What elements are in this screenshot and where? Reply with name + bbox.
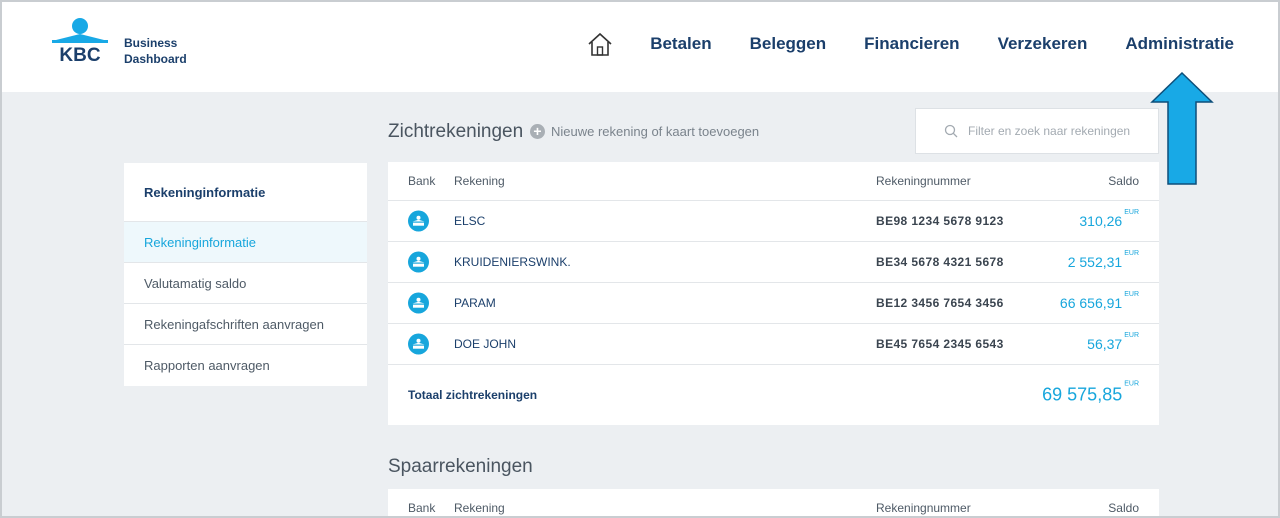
account-name[interactable]: KRUIDENIERSWINK. [454, 255, 571, 269]
account-number: BE98 1234 5678 9123 [876, 214, 1004, 228]
account-balance: 56,37EUR [1087, 332, 1139, 352]
sidebar: Rekeninginformatie Rekeninginformatie Va… [124, 163, 367, 386]
brand-line-1: Business [124, 36, 178, 50]
col-account: Rekening [454, 501, 505, 515]
sidebar-item-rekeninginformatie[interactable]: Rekeninginformatie [124, 222, 367, 263]
search-input[interactable] [968, 124, 1153, 138]
nav-betalen[interactable]: Betalen [650, 34, 711, 54]
total-balance: 69 575,85EUR [1042, 380, 1139, 405]
account-number: BE34 5678 4321 5678 [876, 255, 1004, 269]
account-name[interactable]: PARAM [454, 296, 496, 310]
savings-accounts-table: Bank Rekening Rekeningnummer Saldo [388, 489, 1159, 516]
table-header: Bank Rekening Rekeningnummer Saldo [388, 489, 1159, 516]
add-account-button[interactable]: + Nieuwe rekening of kaart toevoegen [530, 124, 759, 139]
brand-name: Business Dashboard [124, 35, 187, 67]
current-accounts-table: Bank Rekening Rekeningnummer Saldo ELSC … [388, 162, 1159, 425]
account-number: BE12 3456 7654 3456 [876, 296, 1004, 310]
col-number: Rekeningnummer [876, 501, 971, 515]
search-icon [944, 124, 958, 138]
col-bank: Bank [408, 174, 436, 188]
nav-beleggen[interactable]: Beleggen [750, 34, 827, 54]
table-row[interactable]: KRUIDENIERSWINK. BE34 5678 4321 5678 2 5… [388, 242, 1159, 283]
account-balance: 2 552,31EUR [1067, 250, 1139, 270]
section-title-current: Zichtrekeningen [388, 121, 524, 142]
nav-verzekeren[interactable]: Verzekeren [998, 34, 1088, 54]
pointer-arrow-icon [1150, 72, 1214, 185]
col-number: Rekeningnummer [876, 174, 971, 188]
table-header: Bank Rekening Rekeningnummer Saldo [388, 162, 1159, 201]
kbc-bank-icon [408, 292, 429, 314]
account-balance: 310,26EUR [1079, 209, 1139, 229]
total-label: Totaal zichtrekeningen [408, 388, 538, 402]
col-balance: Saldo [1108, 174, 1139, 188]
main-nav: Betalen Beleggen Financieren Verzekeren … [586, 30, 1234, 58]
logo-text: KBC [59, 45, 100, 63]
nav-administratie[interactable]: Administratie [1125, 34, 1234, 54]
col-account: Rekening [454, 174, 505, 188]
top-header: KBC Business Dashboard Betalen Beleggen … [2, 2, 1278, 92]
account-search[interactable] [915, 108, 1159, 154]
kbc-logo[interactable]: KBC [50, 17, 110, 63]
sidebar-item-valutamatig-saldo[interactable]: Valutamatig saldo [124, 263, 367, 304]
nav-financieren[interactable]: Financieren [864, 34, 959, 54]
brand-line-2: Dashboard [124, 52, 187, 66]
sidebar-title: Rekeninginformatie [124, 163, 367, 222]
table-row[interactable]: PARAM BE12 3456 7654 3456 66 656,91EUR [388, 283, 1159, 324]
col-bank: Bank [408, 501, 436, 515]
account-name[interactable]: DOE JOHN [454, 337, 516, 351]
kbc-bank-icon [408, 333, 429, 355]
sidebar-item-rapporten[interactable]: Rapporten aanvragen [124, 345, 367, 386]
table-row[interactable]: ELSC BE98 1234 5678 9123 310,26EUR [388, 201, 1159, 242]
total-row: Totaal zichtrekeningen 69 575,85EUR [388, 365, 1159, 425]
kbc-bank-icon [408, 210, 429, 232]
app-window: KBC Business Dashboard Betalen Beleggen … [0, 0, 1280, 518]
account-balance: 66 656,91EUR [1059, 291, 1139, 311]
col-balance: Saldo [1108, 501, 1139, 515]
account-number: BE45 7654 2345 6543 [876, 337, 1004, 351]
home-icon[interactable] [586, 30, 614, 58]
kbc-bank-icon [408, 251, 429, 273]
plus-circle-icon: + [530, 124, 545, 139]
account-name[interactable]: ELSC [454, 214, 485, 228]
add-account-label: Nieuwe rekening of kaart toevoegen [551, 124, 760, 139]
table-row[interactable]: DOE JOHN BE45 7654 2345 6543 56,37EUR [388, 324, 1159, 365]
sidebar-item-rekeningafschriften[interactable]: Rekeningafschriften aanvragen [124, 304, 367, 345]
section-title-savings: Spaarrekeningen [388, 456, 533, 477]
